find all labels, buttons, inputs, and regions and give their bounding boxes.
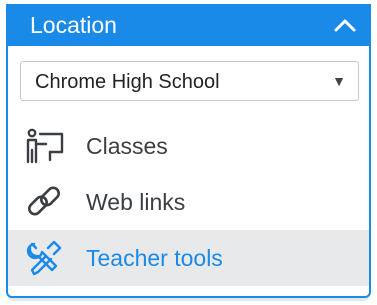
menu-item-web-links[interactable]: Web links	[8, 174, 369, 230]
tools-icon	[26, 240, 62, 276]
chevron-up-icon[interactable]	[333, 15, 357, 35]
link-icon	[28, 186, 60, 216]
school-select-value: Chrome High School	[35, 71, 220, 93]
classroom-teacher-icon	[26, 128, 64, 164]
location-panel: Location Chrome High School ▼ Classes We…	[6, 4, 371, 298]
location-title: Location	[30, 12, 117, 38]
menu-item-label: Web links	[86, 189, 186, 215]
menu-item-classes[interactable]: Classes	[8, 118, 369, 174]
menu-item-label: Teacher tools	[86, 245, 223, 271]
menu-item-teacher-tools[interactable]: Teacher tools	[8, 230, 369, 286]
menu-item-label: Classes	[86, 133, 168, 159]
dropdown-arrow-icon: ▼	[332, 73, 346, 89]
school-select[interactable]: Chrome High School ▼	[20, 61, 359, 101]
location-header[interactable]: Location	[8, 4, 369, 46]
